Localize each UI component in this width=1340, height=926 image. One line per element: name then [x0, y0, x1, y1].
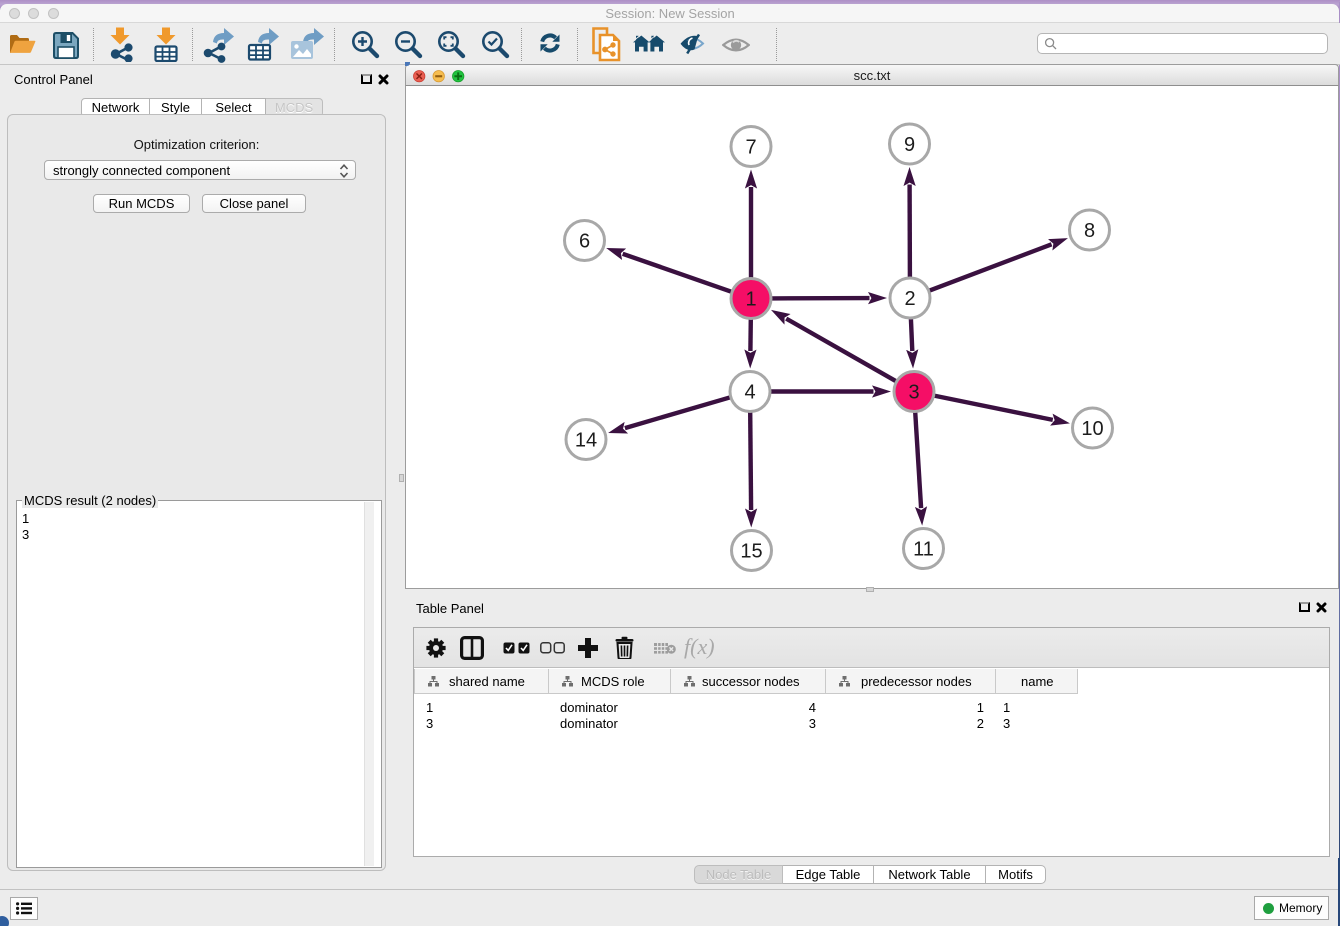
svg-text:2: 2	[904, 288, 915, 310]
svg-text:1: 1	[745, 288, 756, 310]
svg-text:7: 7	[745, 136, 756, 158]
svg-text:6: 6	[578, 230, 589, 252]
svg-text:14: 14	[574, 429, 596, 451]
svg-text:8: 8	[1083, 220, 1094, 242]
svg-text:9: 9	[903, 134, 914, 156]
svg-text:15: 15	[740, 540, 762, 562]
svg-text:3: 3	[908, 381, 919, 403]
svg-text:4: 4	[744, 381, 755, 403]
svg-text:11: 11	[913, 538, 934, 560]
svg-text:10: 10	[1081, 418, 1103, 440]
